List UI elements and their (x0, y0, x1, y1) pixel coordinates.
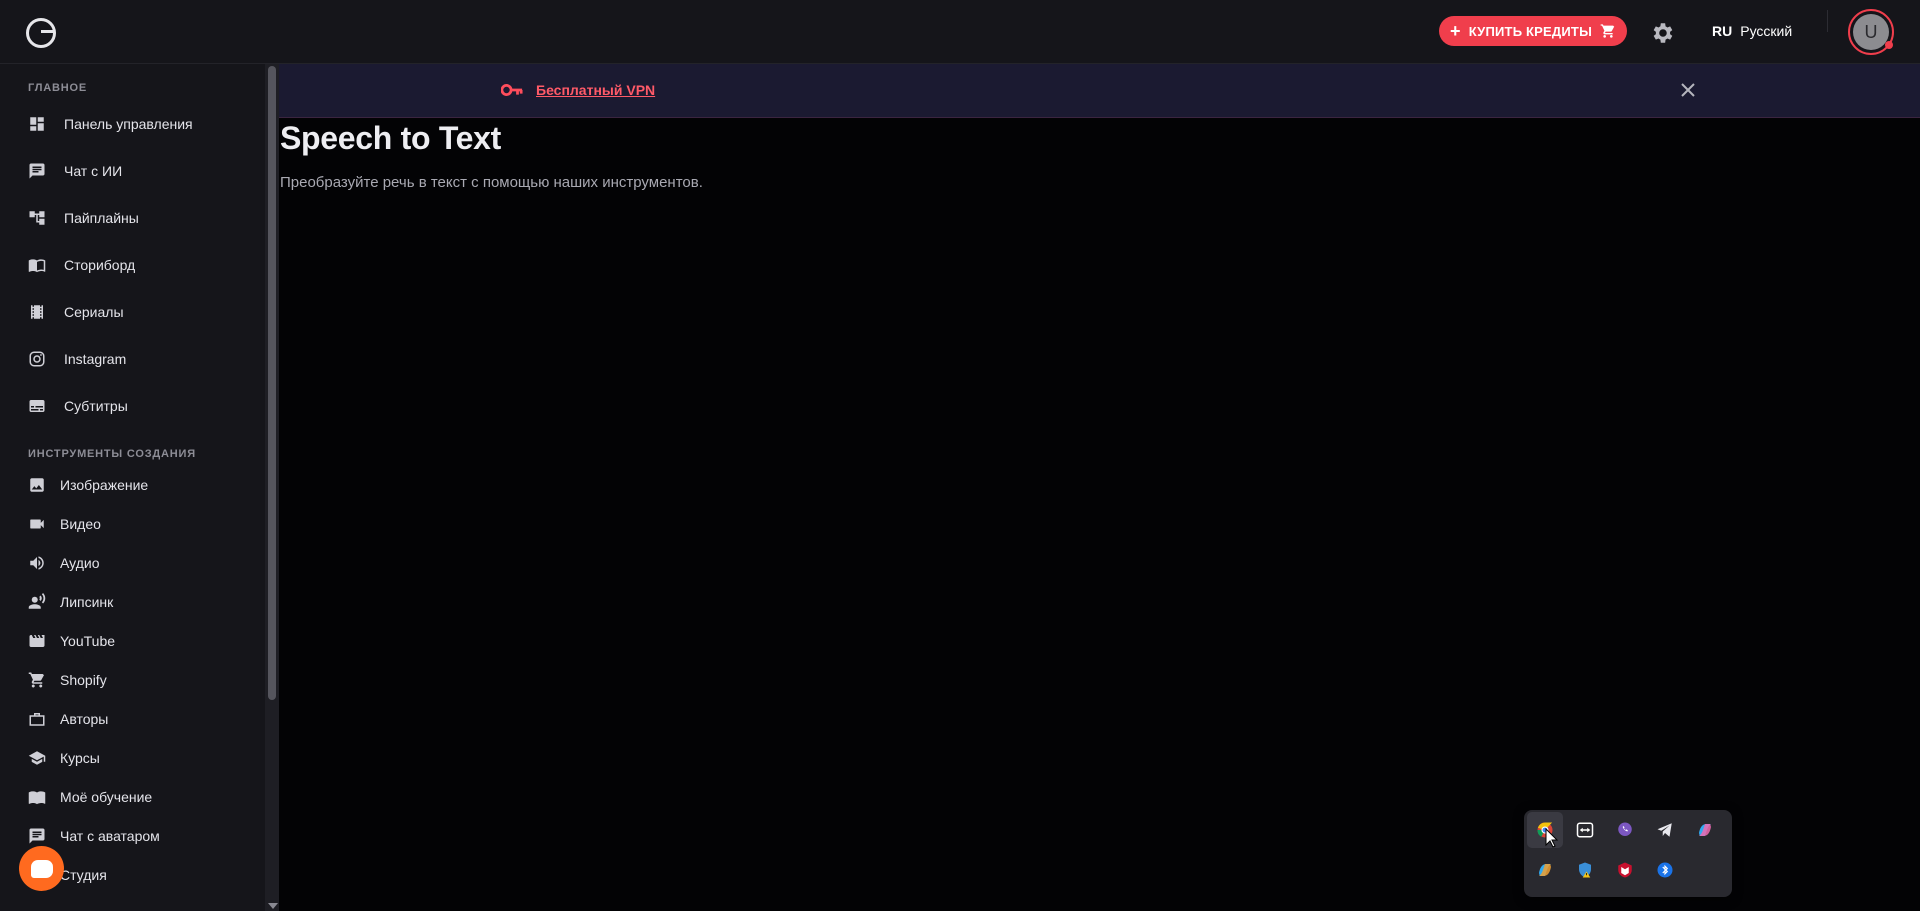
sidebar-item-youtube[interactable]: YouTube (0, 623, 265, 659)
sidebar-item-label: Shopify (60, 672, 107, 688)
close-icon[interactable] (1676, 78, 1700, 102)
sidebar-item-label: Изображение (60, 477, 149, 493)
sidebar-item-label: Моё обучение (60, 789, 153, 805)
app-logo[interactable] (26, 18, 56, 48)
sidebar-item-pipelines[interactable]: Пайплайны (0, 200, 265, 236)
sidebar-item-label: YouTube (60, 633, 116, 649)
sidebar-item-label: Чат с аватаром (60, 828, 160, 844)
sidebar-item-series[interactable]: Сериалы (0, 294, 265, 330)
sidebar-scrollbar[interactable] (265, 64, 279, 911)
audio-icon (30, 556, 44, 570)
sidebar-item-subtitles[interactable]: Субтитры (0, 388, 265, 424)
video-icon (30, 519, 44, 529)
chat-icon (29, 163, 45, 179)
telegram-icon[interactable] (1647, 812, 1683, 848)
cart-icon (1600, 24, 1615, 38)
scroll-down-arrow-icon[interactable] (268, 903, 278, 909)
school-icon (28, 751, 46, 765)
teamviewer-icon[interactable] (1567, 812, 1603, 848)
sidebar-item-shopify[interactable]: Shopify (0, 662, 265, 698)
language-selector[interactable]: RU Русский (1712, 23, 1792, 39)
onedrive-icon[interactable] (1527, 852, 1563, 888)
defender-warning-icon[interactable] (1567, 852, 1603, 888)
sidebar-item-dashboard[interactable]: Панель управления (0, 106, 265, 142)
page-subtitle: Преобразуйте речь в текст с помощью наши… (280, 174, 703, 191)
header-divider (1827, 10, 1828, 32)
language-code: RU (1712, 23, 1733, 39)
user-avatar[interactable]: U (1848, 9, 1894, 55)
sidebar-item-ai-chat[interactable]: Чат с ИИ (0, 153, 265, 189)
sidebar-item-label: Субтитры (64, 398, 128, 414)
cart-icon (28, 672, 44, 688)
sidebar-item-video[interactable]: Видео (0, 506, 265, 542)
movie-icon (29, 635, 45, 647)
mouse-cursor-icon (1545, 828, 1559, 848)
vpn-banner: Бесплатный VPN (279, 64, 1920, 118)
scrollbar-thumb[interactable] (268, 66, 276, 700)
sidebar-item-label: Авторы (60, 711, 109, 727)
sidebar-item-label: Instagram (64, 351, 127, 367)
subtitles-icon (29, 400, 45, 412)
sidebar-section-main: ГЛАВНОЕ (28, 82, 88, 94)
support-chat-button[interactable] (19, 846, 64, 891)
language-name: Русский (1740, 23, 1793, 39)
sidebar-item-lipsync[interactable]: Липсинк (0, 584, 265, 620)
sidebar-item-audio[interactable]: Аудио (0, 545, 265, 581)
sidebar-item-label: Сториборд (64, 257, 136, 273)
sidebar-item-label: Студия (60, 867, 107, 883)
briefcase-icon (29, 713, 45, 726)
status-dot (1885, 41, 1893, 49)
sidebar-section-tools: ИНСТРУМЕНТЫ СОЗДАНИЯ (28, 448, 196, 460)
system-tray-popup (1524, 810, 1732, 897)
sidebar-item-label: Чат с ИИ (64, 163, 123, 179)
sidebar: ГЛАВНОЕ Панель управления Чат с ИИ Пайпл… (0, 64, 265, 911)
sidebar-item-label: Аудио (60, 555, 100, 571)
sidebar-item-my-learning[interactable]: Моё обучение (0, 779, 265, 815)
avatar-initial: U (1853, 14, 1889, 50)
free-vpn-link[interactable]: Бесплатный VPN (536, 82, 655, 98)
buy-credits-button[interactable]: + КУПИТЬ КРЕДИТЫ (1439, 16, 1627, 46)
sidebar-item-storyboard[interactable]: Сториборд (0, 247, 265, 283)
page-title: Speech to Text (280, 120, 502, 156)
image-icon (30, 478, 44, 492)
pipeline-icon (29, 211, 45, 225)
copilot-icon[interactable] (1687, 812, 1723, 848)
sidebar-item-label: Липсинк (60, 594, 114, 610)
plus-icon: + (1450, 21, 1461, 41)
sidebar-item-label: Сериалы (64, 304, 124, 320)
chat-icon (29, 828, 45, 844)
viber-icon[interactable] (1607, 812, 1643, 848)
sidebar-item-authors[interactable]: Авторы (0, 701, 265, 737)
instagram-icon (29, 351, 45, 367)
theme-settings-icon[interactable] (1649, 20, 1675, 46)
sidebar-item-label: Видео (60, 516, 101, 532)
book-icon (28, 791, 46, 805)
bluetooth-icon[interactable] (1647, 852, 1683, 888)
dashboard-icon (30, 117, 44, 131)
buy-credits-label: КУПИТЬ КРЕДИТЫ (1468, 23, 1592, 39)
chat-bubble-icon (30, 859, 53, 878)
sidebar-item-courses[interactable]: Курсы (0, 740, 265, 776)
sidebar-item-label: Курсы (60, 750, 100, 766)
mcafee-icon[interactable] (1607, 852, 1643, 888)
top-bar: + КУПИТЬ КРЕДИТЫ RU Русский U (0, 0, 1920, 64)
sidebar-item-image[interactable]: Изображение (0, 467, 265, 503)
key-icon (501, 84, 523, 96)
lipsync-icon (28, 593, 46, 609)
storyboard-icon (28, 259, 46, 273)
sidebar-item-label: Панель управления (64, 116, 193, 132)
film-strip-icon (31, 305, 43, 319)
main-content: Бесплатный VPN Speech to Text Преобразуй… (279, 64, 1920, 911)
sidebar-item-instagram[interactable]: Instagram (0, 341, 265, 377)
sidebar-item-label: Пайплайны (64, 210, 139, 226)
